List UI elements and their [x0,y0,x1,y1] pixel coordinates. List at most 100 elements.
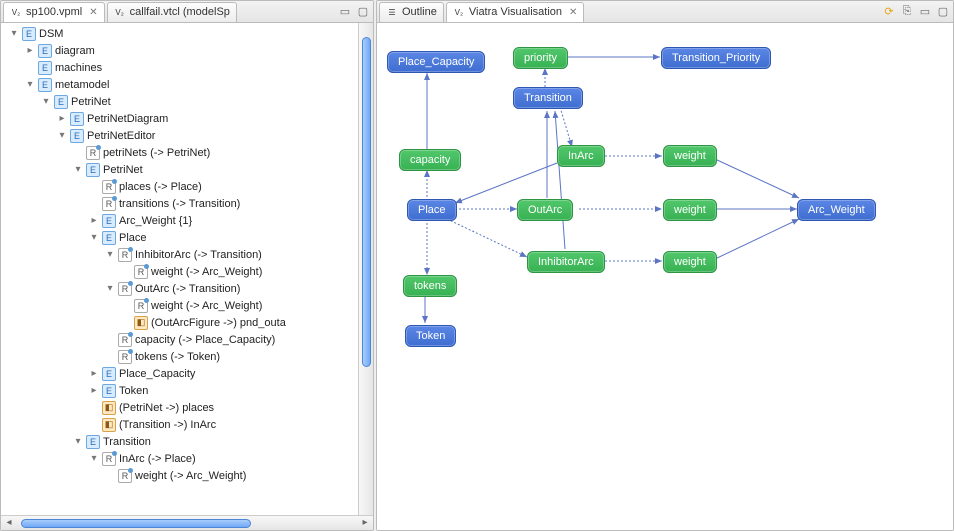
tree-node-inarc-weight[interactable]: ▸ R weight (-> Arc_Weight) [105,467,373,484]
tree-node-tokens[interactable]: ▸ R tokens (-> Token) [105,348,373,365]
graph-node-token[interactable]: Token [405,325,456,347]
entity-icon: E [102,384,116,398]
tree-node-outarc[interactable]: ▾ R OutArc (-> Transition) [105,280,373,297]
scroll-left-icon[interactable]: ◂ [3,517,15,528]
tree-node-machines[interactable]: ▸ E machines [25,59,373,76]
tab-outline[interactable]: ☰ Outline [379,2,444,22]
entity-icon: E [86,163,100,177]
tab-callfail-vtcl[interactable]: V₂ callfail.vtcl (modelSp [107,2,237,22]
editor-tab-bar: V₂ sp100.vpml ✕ V₂ callfail.vtcl (modelS… [1,1,373,23]
graph-node-transition[interactable]: Transition [513,87,583,109]
expand-icon[interactable]: ▸ [25,46,35,56]
tree-node-metamodel[interactable]: ▾ E metamodel [25,76,373,93]
collapse-icon[interactable]: ▾ [25,80,35,90]
tree-node-petrinet[interactable]: ▾ E PetriNet [73,161,373,178]
maximize-button[interactable]: ▢ [355,4,371,20]
tree-node-inhibitorarc[interactable]: ▾ R InhibitorArc (-> Transition) [105,246,373,263]
graph-node-place[interactable]: Place [407,199,457,221]
scroll-right-icon[interactable]: ▸ [359,517,371,528]
tree-node-dsm[interactable]: ▾ E DSM [9,25,373,42]
expand-icon[interactable]: ▸ [57,114,67,124]
tree-node-place-capacity[interactable]: ▸ E Place_Capacity [89,365,373,382]
editor-panel: V₂ sp100.vpml ✕ V₂ callfail.vtcl (modelS… [0,0,374,531]
view-tab-bar: ☰ Outline V₂ Viatra Visualisation ✕ ⟳ ⎘ … [377,1,953,23]
tree-node-outarcfigure[interactable]: ▸ ◧ (OutArcFigure ->) pnd_outa [121,314,373,331]
tree-node-transitions-ref[interactable]: ▸ R transitions (-> Transition) [89,195,373,212]
entity-icon: E [86,435,100,449]
reference-icon: R [118,282,132,296]
graph-node-outarc[interactable]: OutArc [517,199,573,221]
graph-node-capacity[interactable]: capacity [399,149,461,171]
maximize-button[interactable]: ▢ [935,4,951,20]
expand-icon[interactable]: ▸ [89,216,99,226]
horizontal-scrollbar[interactable]: ◂ ▸ [1,515,373,530]
tree-node-capacity[interactable]: ▸ R capacity (-> Place_Capacity) [105,331,373,348]
collapse-icon[interactable]: ▾ [57,131,67,141]
tab-label: Viatra Visualisation [469,6,562,18]
graph-node-arc-weight[interactable]: Arc_Weight [797,199,876,221]
vertical-scrollbar[interactable] [358,23,373,515]
graph-edges [377,23,953,530]
graph-node-inarc[interactable]: InArc [557,145,605,167]
scrollbar-thumb[interactable] [21,519,251,528]
tree-node-petrinetdiagram[interactable]: ▸ E PetriNetDiagram [57,110,373,127]
minimize-button[interactable]: ▭ [337,4,353,20]
graph-node-priority[interactable]: priority [513,47,568,69]
tree-node-transition[interactable]: ▾ E Transition [73,433,373,450]
close-icon[interactable]: ✕ [89,7,97,18]
collapse-icon[interactable]: ▾ [89,454,99,464]
scrollbar-thumb[interactable] [362,37,371,367]
refresh-button[interactable]: ⟳ [881,4,897,20]
entity-icon: E [102,214,116,228]
graph-node-weight-inarc[interactable]: weight [663,145,717,167]
collapse-icon[interactable]: ▾ [41,97,51,107]
tree-node-places-ref[interactable]: ▸ R places (-> Place) [89,178,373,195]
tree-node-inarc[interactable]: ▾ R InArc (-> Place) [89,450,373,467]
minimize-button[interactable]: ▭ [917,4,933,20]
collapse-icon[interactable]: ▾ [73,437,83,447]
collapse-icon[interactable]: ▾ [89,233,99,243]
expand-icon[interactable]: ▸ [89,386,99,396]
entity-icon: E [102,231,116,245]
tab-label: callfail.vtcl (modelSp [130,6,230,18]
tree-node-token[interactable]: ▸ E Token [89,382,373,399]
tree-node-transition-inarc[interactable]: ▸ ◧ (Transition ->) InArc [89,416,373,433]
expand-icon[interactable]: ▸ [89,369,99,379]
tab-viatra-visualisation[interactable]: V₂ Viatra Visualisation ✕ [446,2,585,22]
reference-icon: R [86,146,100,160]
collapse-icon[interactable]: ▾ [9,29,19,39]
entity-icon: E [38,78,52,92]
graph-node-inhibitorarc[interactable]: InhibitorArc [527,251,605,273]
tree-node-place[interactable]: ▾ E Place [89,229,373,246]
export-button[interactable]: ⎘ [899,4,915,20]
figure-icon: ◧ [102,418,116,432]
tree-node-inh-weight[interactable]: ▸ R weight (-> Arc_Weight) [121,263,373,280]
tree-node-arc-weight[interactable]: ▸ E Arc_Weight {1} [89,212,373,229]
tree-view[interactable]: ▾ E DSM ▸ E diagram ▸ E machine [1,23,373,515]
tree-node-out-weight[interactable]: ▸ R weight (-> Arc_Weight) [121,297,373,314]
graph-canvas[interactable]: Place_Capacity priority Transition_Prior… [377,23,953,530]
collapse-icon[interactable]: ▾ [105,284,115,294]
graph-node-weight-outarc[interactable]: weight [663,199,717,221]
tree-node-petrinets-ref[interactable]: ▸ R petriNets (-> PetriNet) [73,144,373,161]
reference-icon: R [118,469,132,483]
tree-node-petrinet-top[interactable]: ▾ E PetriNet [41,93,373,110]
tree-node-diagram[interactable]: ▸ E diagram [25,42,373,59]
graph-node-place-capacity[interactable]: Place_Capacity [387,51,485,73]
reference-icon: R [118,350,132,364]
tab-sp100-vpml[interactable]: V₂ sp100.vpml ✕ [3,2,105,22]
tree-node-petrineteditor[interactable]: ▾ E PetriNetEditor [57,127,373,144]
file-icon: V₂ [10,6,22,18]
tree-node-petrinet-places[interactable]: ▸ ◧ (PetriNet ->) places [89,399,373,416]
graph-node-tokens[interactable]: tokens [403,275,457,297]
close-icon[interactable]: ✕ [569,7,577,18]
collapse-icon[interactable]: ▾ [105,250,115,260]
reference-icon: R [134,265,148,279]
graph-node-transition-priority[interactable]: Transition_Priority [661,47,771,69]
outline-icon: ☰ [386,6,398,18]
reference-icon: R [102,180,116,194]
entity-icon: E [102,367,116,381]
collapse-icon[interactable]: ▾ [73,165,83,175]
reference-icon: R [118,333,132,347]
graph-node-weight-inhibitor[interactable]: weight [663,251,717,273]
